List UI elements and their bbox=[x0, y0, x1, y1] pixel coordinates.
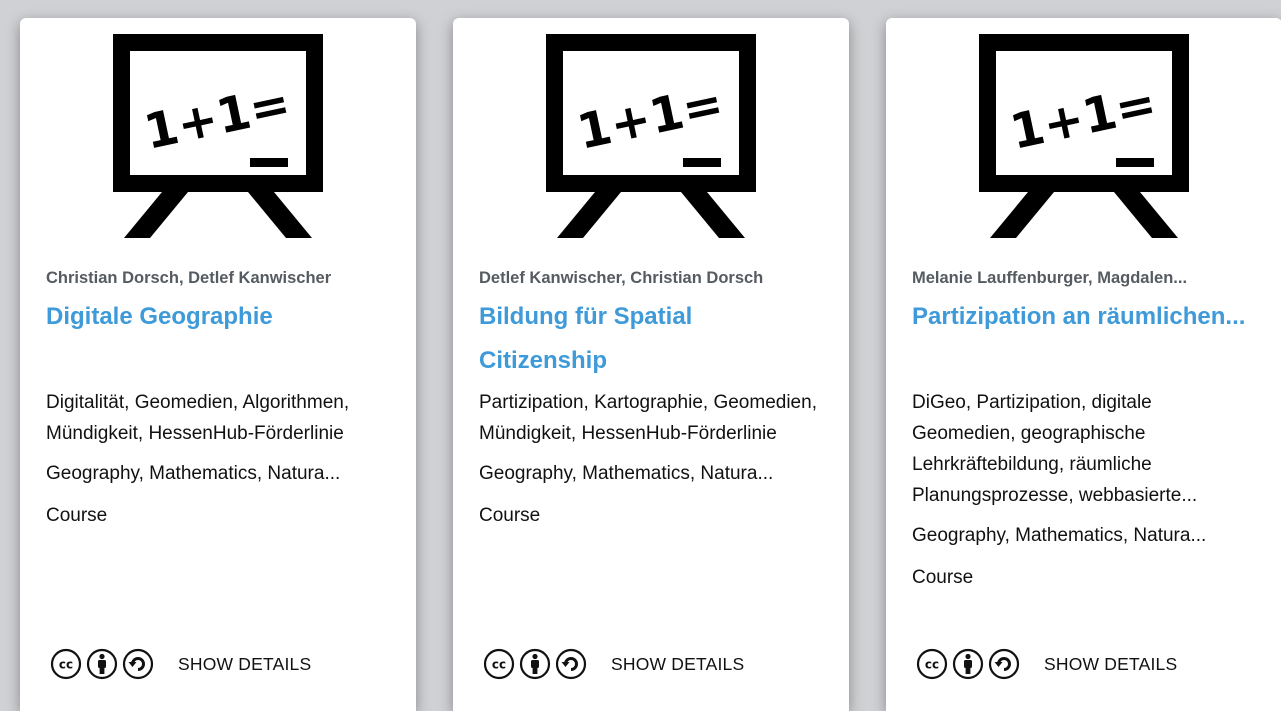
svg-text:cc: cc bbox=[925, 658, 939, 672]
card-keywords: Digitalität, Geomedien, Algorithmen, Mün… bbox=[46, 392, 350, 444]
card-authors: Christian Dorsch, Detlef Kanwischer bbox=[46, 269, 332, 287]
card-authors: Melanie Lauffenburger, Magdalen... bbox=[912, 269, 1188, 287]
card-type: Course bbox=[912, 567, 974, 588]
card-title[interactable]: Partizipation an räumlichen... bbox=[912, 295, 1256, 383]
course-card[interactable]: 1+1= Christian Dorsch, Detlef Kanwischer… bbox=[20, 18, 416, 711]
card-type: Course bbox=[46, 505, 108, 526]
blackboard-icon: 1+1= bbox=[546, 34, 756, 238]
show-details-button[interactable]: SHOW DETAILS bbox=[178, 654, 311, 675]
svg-text:cc: cc bbox=[492, 658, 506, 672]
by-icon bbox=[952, 648, 984, 680]
card-footer: cc SHOW DETAILS bbox=[483, 648, 823, 680]
card-authors: Detlef Kanwischer, Christian Dorsch bbox=[479, 269, 764, 287]
by-icon bbox=[86, 648, 118, 680]
card-subjects: Geography, Mathematics, Natura... bbox=[912, 525, 1207, 546]
cc-icon: cc bbox=[483, 648, 515, 680]
card-title[interactable]: Bildung für Spatial Citizenship bbox=[479, 295, 823, 383]
card-keywords: DiGeo, Partizipation, digitale Geomedien… bbox=[912, 392, 1198, 506]
card-subjects: Geography, Mathematics, Natura... bbox=[479, 463, 774, 484]
license-badges[interactable]: cc bbox=[916, 648, 1020, 680]
card-footer: cc SHOW DETAILS bbox=[50, 648, 390, 680]
show-details-button[interactable]: SHOW DETAILS bbox=[1044, 654, 1177, 675]
card-subjects: Geography, Mathematics, Natura... bbox=[46, 463, 341, 484]
sa-icon bbox=[988, 648, 1020, 680]
blackboard-icon: 1+1= bbox=[113, 34, 323, 238]
card-keywords: Partizipation, Kartographie, Geomedien, … bbox=[479, 392, 817, 444]
card-footer: cc SHOW DETAILS bbox=[916, 648, 1256, 680]
course-card[interactable]: 1+1= Detlef Kanwischer, Christian Dorsch… bbox=[453, 18, 849, 711]
svg-text:cc: cc bbox=[59, 658, 73, 672]
license-badges[interactable]: cc bbox=[483, 648, 587, 680]
card-type: Course bbox=[479, 505, 541, 526]
card-title[interactable]: Digitale Geographie bbox=[46, 295, 390, 383]
blackboard-icon: 1+1= bbox=[979, 34, 1189, 238]
cc-icon: cc bbox=[916, 648, 948, 680]
license-badges[interactable]: cc bbox=[50, 648, 154, 680]
course-card[interactable]: 1+1= Melanie Lauffenburger, Magdalen... … bbox=[886, 18, 1281, 711]
show-details-button[interactable]: SHOW DETAILS bbox=[611, 654, 744, 675]
sa-icon bbox=[122, 648, 154, 680]
by-icon bbox=[519, 648, 551, 680]
sa-icon bbox=[555, 648, 587, 680]
cc-icon: cc bbox=[50, 648, 82, 680]
